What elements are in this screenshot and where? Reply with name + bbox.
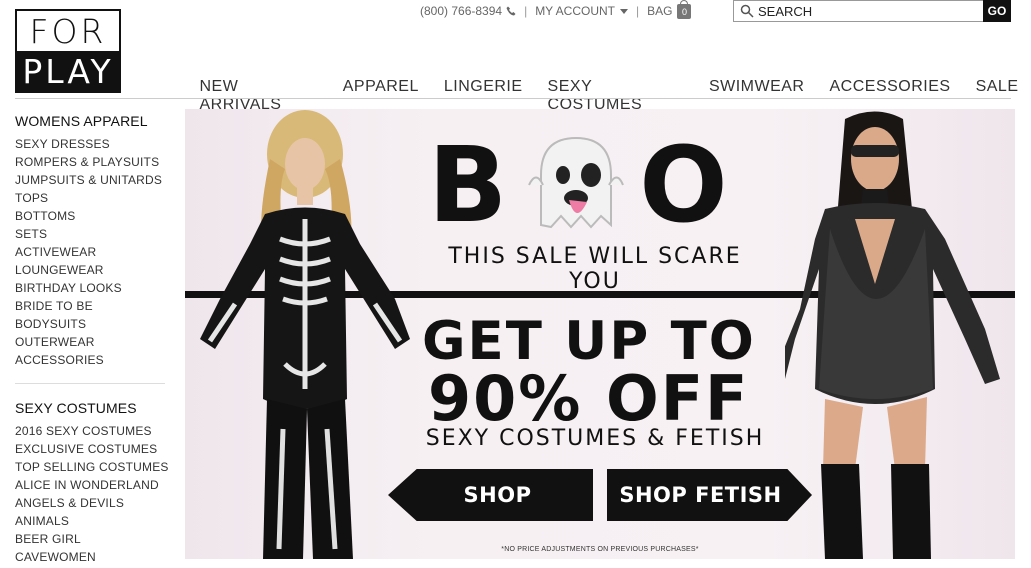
banner-subline: SEXY COSTUMES & FETISH [425, 426, 765, 451]
sidebar-heading-womens-apparel[interactable]: WOMENS APPAREL [15, 113, 175, 129]
sidebar-list-costumes: 2016 SEXY COSTUMES EXCLUSIVE COSTUMES TO… [15, 422, 175, 566]
sidebar-item-2016-sexy-costumes[interactable]: 2016 SEXY COSTUMES [15, 422, 175, 440]
sidebar: WOMENS APPAREL SEXY DRESSES ROMPERS & PL… [15, 113, 175, 566]
sidebar-item-jumpsuits-unitards[interactable]: JUMPSUITS & UNITARDS [15, 171, 175, 189]
promo-banner[interactable]: B O THIS SALE WILL SCARE YOU GET UP TO 9… [185, 109, 1015, 559]
sidebar-item-cavewomen[interactable]: CAVEWOMEN [15, 548, 175, 566]
boo-headline: B O [428, 129, 734, 241]
phone-icon [506, 6, 516, 16]
bag-count: 0 [681, 6, 687, 17]
sidebar-item-accessories[interactable]: ACCESSORIES [15, 351, 175, 369]
separator: | [635, 4, 640, 18]
search-go-button[interactable]: GO [983, 0, 1011, 22]
separator: | [524, 4, 528, 18]
sidebar-item-tops[interactable]: TOPS [15, 189, 175, 207]
bag-icon[interactable]: 0 [677, 0, 692, 19]
utility-bar: (800) 766-8394 | MY ACCOUNT | BAG 0 [420, 0, 692, 20]
banner-disclaimer: *NO PRICE ADJUSTMENTS ON PREVIOUS PURCHA… [501, 546, 699, 553]
logo-line-2: PLAY [17, 51, 119, 91]
search-icon [740, 4, 754, 18]
site-logo[interactable]: FOR PLAY [15, 9, 121, 93]
sidebar-item-beer-girl[interactable]: BEER GIRL [15, 530, 175, 548]
logo-line-1: FOR [29, 12, 107, 51]
banner-headline-discount: 90% OFF [428, 362, 750, 435]
sidebar-item-outerwear[interactable]: OUTERWEAR [15, 333, 175, 351]
bag-link[interactable]: BAG [647, 4, 672, 18]
sidebar-item-sets[interactable]: SETS [15, 225, 175, 243]
boo-letter-o: O [639, 124, 734, 246]
shop-costumes-button[interactable]: SHOP COSTUMES [388, 469, 593, 521]
shop-fetish-button[interactable]: SHOP FETISH [607, 469, 812, 521]
sidebar-list-womens: SEXY DRESSES ROMPERS & PLAYSUITS JUMPSUI… [15, 135, 175, 369]
sidebar-heading-sexy-costumes[interactable]: SEXY COSTUMES [15, 400, 175, 416]
chevron-down-icon[interactable] [619, 8, 628, 14]
sidebar-item-birthday-looks[interactable]: BIRTHDAY LOOKS [15, 279, 175, 297]
sidebar-item-rompers-playsuits[interactable]: ROMPERS & PLAYSUITS [15, 153, 175, 171]
sidebar-item-loungewear[interactable]: LOUNGEWEAR [15, 261, 175, 279]
boo-letter-b: B [428, 124, 514, 246]
sidebar-item-sexy-dresses[interactable]: SEXY DRESSES [15, 135, 175, 153]
sidebar-item-bodysuits[interactable]: BODYSUITS [15, 315, 175, 333]
banner-tagline: THIS SALE WILL SCARE YOU [448, 244, 742, 294]
nav-divider [15, 98, 1011, 99]
sidebar-item-top-selling-costumes[interactable]: TOP SELLING COSTUMES [15, 458, 175, 476]
my-account-link[interactable]: MY ACCOUNT [535, 4, 615, 18]
sidebar-item-alice-in-wonderland[interactable]: ALICE IN WONDERLAND [15, 476, 175, 494]
sidebar-item-bottoms[interactable]: BOTTOMS [15, 207, 175, 225]
sidebar-item-bride-to-be[interactable]: BRIDE TO BE [15, 297, 175, 315]
sidebar-item-exclusive-costumes[interactable]: EXCLUSIVE COSTUMES [15, 440, 175, 458]
sidebar-item-animals[interactable]: ANIMALS [15, 512, 175, 530]
sidebar-item-activewear[interactable]: ACTIVEWEAR [15, 243, 175, 261]
ghost-emoji-icon [528, 136, 625, 229]
search-input[interactable] [758, 3, 983, 19]
sidebar-item-angels-devils[interactable]: ANGELS & DEVILS [15, 494, 175, 512]
phone-number[interactable]: (800) 766-8394 [420, 4, 502, 18]
sidebar-divider [15, 383, 165, 384]
search-bar: GO [733, 0, 1011, 22]
model-image-vinyl-bodysuit [785, 109, 1015, 559]
